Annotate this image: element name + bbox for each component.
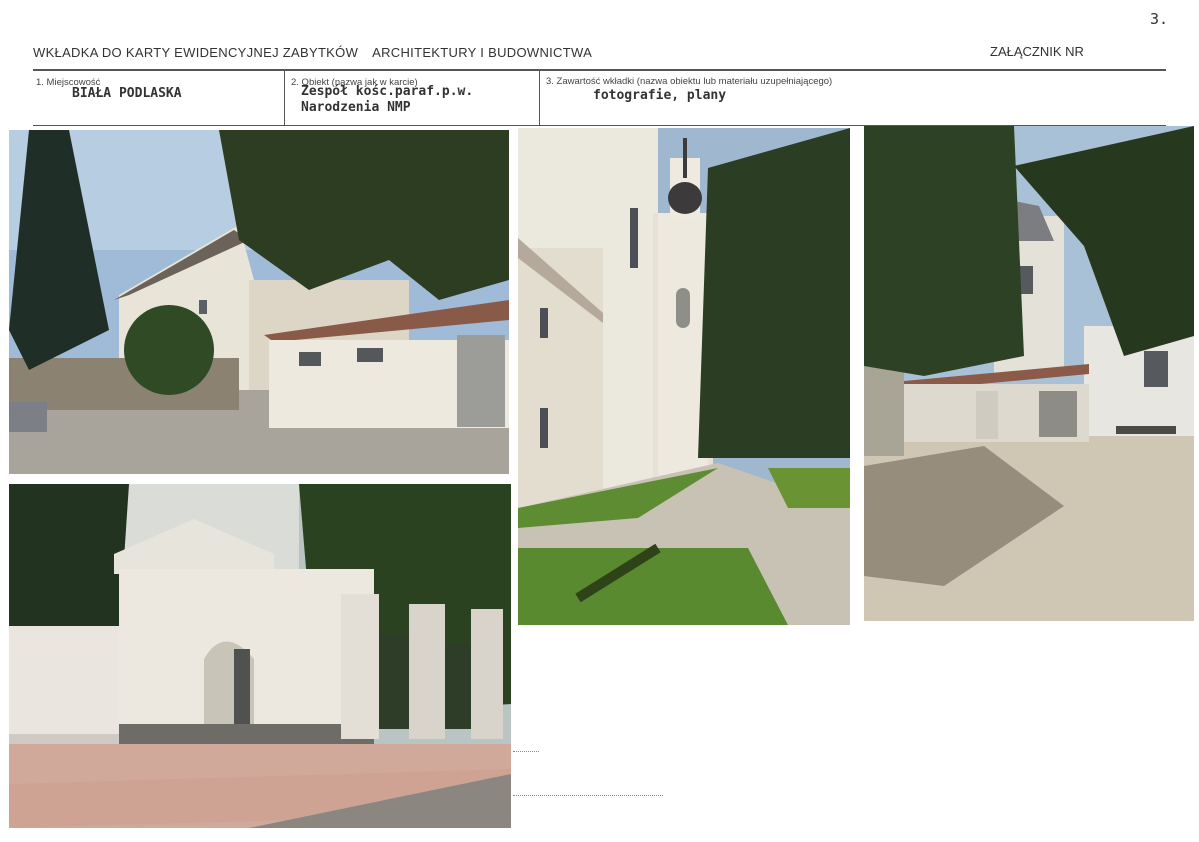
field-divider-1 <box>284 71 285 126</box>
dotted-line-2 <box>513 795 663 796</box>
document-title: WKŁADKA DO KARTY EWIDENCYJNEJ ZABYTKÓW AR… <box>33 45 592 60</box>
page-number: 3. <box>1150 10 1169 28</box>
field-divider-2 <box>539 71 540 126</box>
field-value-contents: fotografie, plany <box>593 88 727 103</box>
field-value-object-line2: Narodzenia NMP <box>301 100 411 115</box>
annex-label: ZAŁĄCZNIK NR <box>990 44 1084 59</box>
dotted-line-1 <box>513 751 539 752</box>
field-label-contents: 3. Zawartość wkładki (nazwa obiektu lub … <box>546 76 833 87</box>
header-rule-top <box>33 69 1166 71</box>
photo-church-tower <box>518 128 850 625</box>
document-title-part1: WKŁADKA DO KARTY EWIDENCYJNEJ ZABYTKÓW <box>33 45 359 60</box>
document-title-part2: ARCHITEKTURY I BUDOWNICTWA <box>372 45 593 60</box>
field-value-locality: BIAŁA PODLASKA <box>72 86 182 101</box>
field-value-object-line1: Zespół kośc.paraf.p.w. <box>301 84 474 99</box>
photo-courtyard <box>864 126 1194 621</box>
photo-gate <box>9 484 511 828</box>
photo-parish-house <box>9 130 509 474</box>
